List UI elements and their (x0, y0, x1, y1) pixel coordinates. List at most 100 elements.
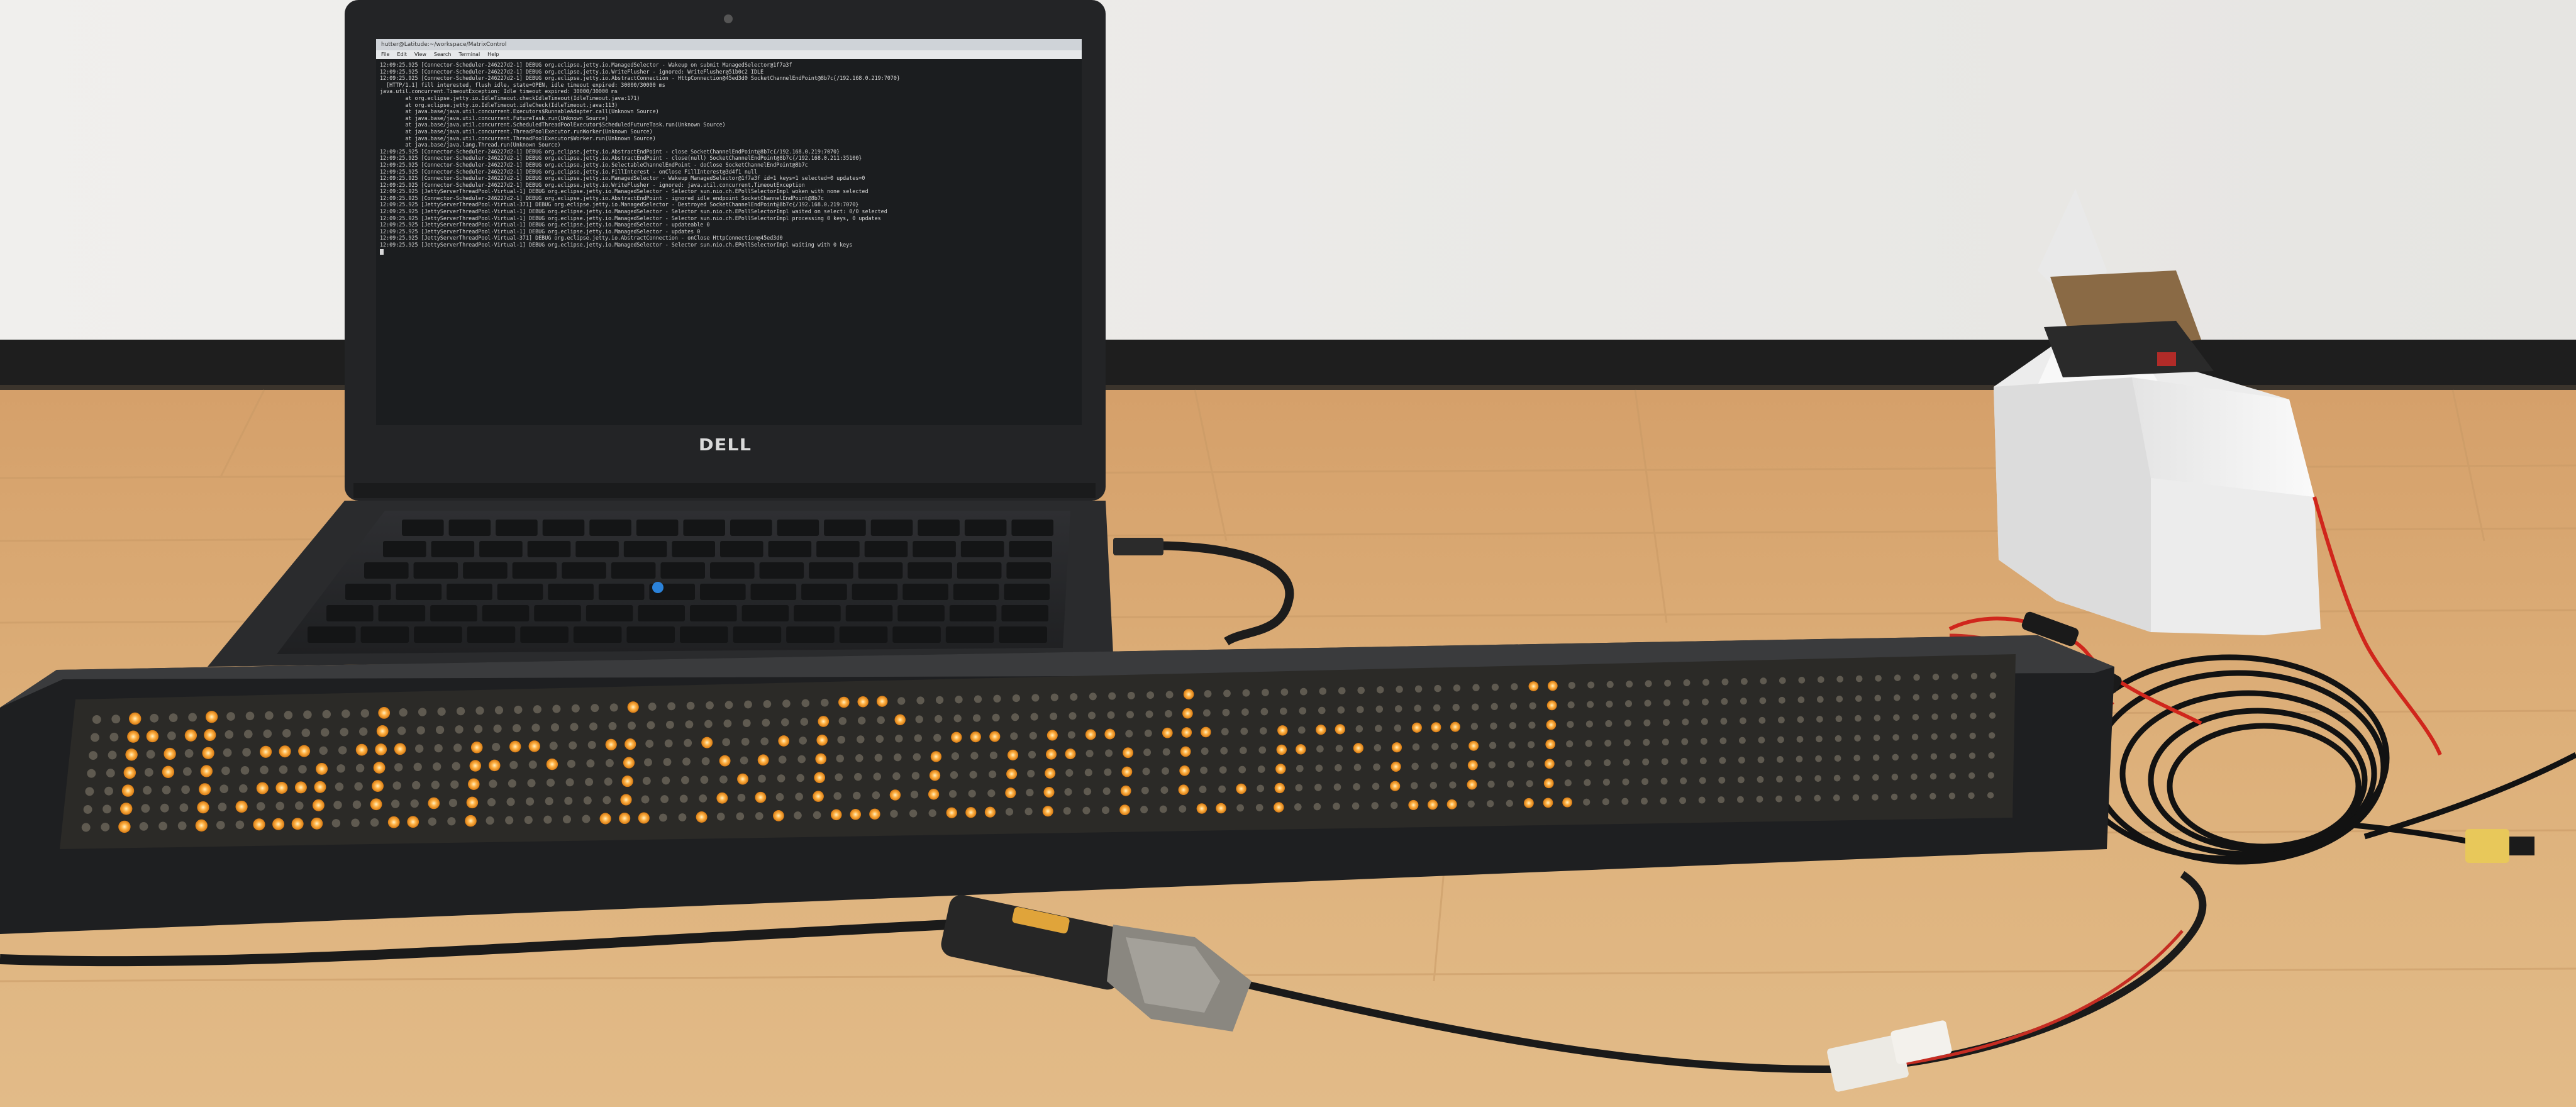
terminal-menu-view[interactable]: View (414, 52, 426, 57)
led-off (434, 743, 443, 753)
led-off (221, 766, 230, 776)
led-off (1449, 781, 1457, 789)
terminal-menu-edit[interactable]: Edit (397, 52, 407, 57)
led-off (1526, 760, 1535, 768)
led-off (81, 823, 91, 832)
led-off (763, 699, 772, 708)
led-on (625, 738, 636, 750)
keyboard-key (918, 520, 960, 536)
led-off (1239, 747, 1247, 754)
keyboard-key (902, 584, 948, 600)
led-off (335, 782, 344, 791)
led-on (256, 782, 269, 794)
terminal-menu-file[interactable]: File (381, 52, 389, 57)
led-on (1468, 740, 1479, 751)
terminal-menu-terminal[interactable]: Terminal (458, 52, 480, 57)
led-off (744, 700, 752, 709)
led-on (1196, 803, 1208, 814)
led-off (340, 728, 348, 737)
keyboard-key (573, 626, 622, 643)
led-off (453, 743, 462, 752)
led-off (716, 813, 725, 821)
led-off (1701, 718, 1708, 725)
led-off (1968, 792, 1975, 799)
led-off (1949, 772, 1956, 780)
led-off (1721, 698, 1728, 705)
led-off (678, 813, 687, 821)
led-on (260, 745, 272, 758)
led-off (700, 776, 709, 784)
led-off (143, 786, 152, 795)
led-off (169, 713, 178, 722)
led-off (1721, 678, 1729, 686)
led-off (1375, 725, 1382, 732)
led-off (968, 789, 976, 798)
led-on (1450, 721, 1460, 732)
led-off (1257, 784, 1265, 793)
led-off (1664, 679, 1672, 687)
terminal-line: [HTTP/1.1] fill interested, flush idle, … (380, 81, 665, 88)
yellow-xt60-connector (2465, 829, 2509, 863)
led-on (1046, 730, 1058, 741)
terminal-line: 12:09:25.925 [Connector-Scheduler-246227… (380, 175, 865, 182)
led-off (1950, 713, 1958, 720)
led-on (989, 731, 1001, 742)
led-off (1065, 769, 1074, 777)
led-on (1467, 779, 1477, 790)
led-off (1242, 689, 1250, 697)
led-on (1275, 764, 1286, 774)
led-on (372, 780, 384, 792)
led-off (935, 696, 944, 704)
led-off (1527, 741, 1535, 748)
led-off (1796, 755, 1803, 763)
led-off (487, 798, 496, 806)
led-off (660, 795, 669, 803)
led-off (1816, 735, 1823, 743)
led-on (1274, 782, 1285, 794)
keyboard-key (326, 605, 374, 621)
led-off (1029, 732, 1037, 740)
led-off (265, 711, 274, 720)
led-off (394, 763, 403, 772)
led-on (1545, 739, 1556, 750)
terminal-menu-search[interactable]: Search (434, 52, 451, 57)
led-off (1357, 706, 1364, 713)
led-off (103, 804, 112, 814)
led-off (1932, 674, 1940, 681)
led-off (416, 726, 425, 735)
led-off (1624, 720, 1631, 727)
led-on (298, 745, 311, 757)
led-off (645, 740, 654, 748)
led-off (1506, 799, 1513, 807)
led-off (1719, 737, 1727, 745)
led-off (1740, 677, 1748, 685)
led-off (1816, 716, 1823, 723)
led-on (546, 758, 558, 770)
led-off (188, 713, 197, 722)
keyboard-key (759, 562, 804, 579)
terminal-line: 12:09:25.925 [Connector-Scheduler-246227… (380, 168, 758, 175)
led-off (1430, 781, 1437, 789)
led-off (527, 779, 536, 787)
keyboard-key (448, 520, 491, 536)
led-off (245, 711, 255, 721)
terminal-line: at org.eclipse.jetty.io.IdleTimeout.chec… (380, 94, 640, 101)
led-off (455, 725, 464, 734)
keyboard-key (750, 584, 797, 600)
led-off (333, 801, 342, 809)
led-off (1012, 694, 1020, 703)
led-off (1698, 796, 1706, 804)
led-on (1431, 722, 1441, 733)
led-off (948, 790, 957, 798)
led-on (1182, 708, 1193, 719)
led-off (282, 729, 291, 738)
terminal-menu-help[interactable]: Help (487, 52, 499, 57)
led-off (1948, 793, 1956, 799)
led-off (1199, 786, 1207, 794)
keyboard-key (520, 626, 569, 643)
led-off (1509, 703, 1518, 710)
led-on (123, 766, 136, 779)
led-on (291, 818, 304, 830)
led-off (418, 708, 427, 716)
terminal-title: hutter@Latitude:~/workspace/MatrixContro… (376, 39, 1082, 50)
